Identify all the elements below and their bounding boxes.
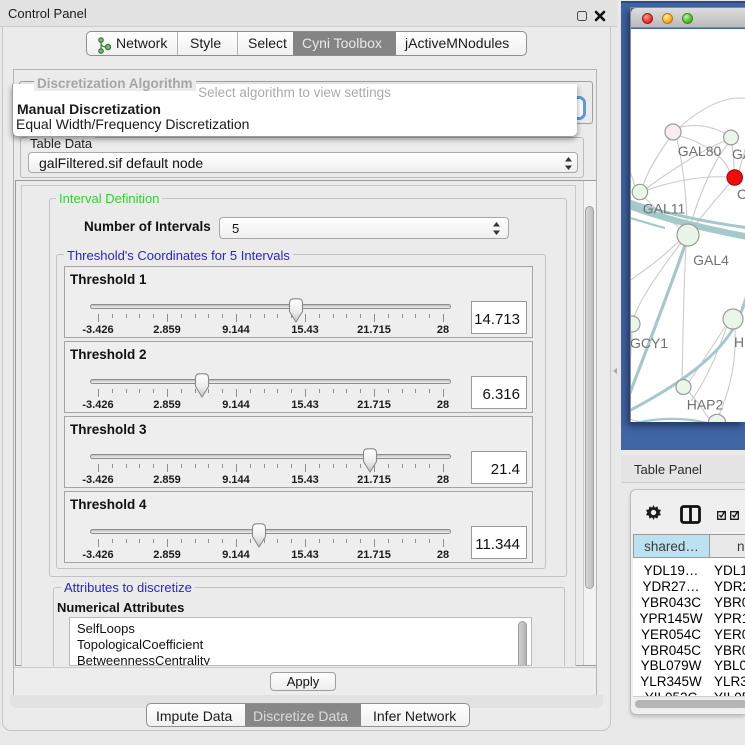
svg-text:HAP2: HAP2 (687, 397, 724, 413)
svg-text:GAL4: GAL4 (693, 252, 729, 268)
svg-text:CD: CD (737, 186, 745, 202)
svg-text:HI: HI (734, 334, 745, 350)
svg-text:GAL11: GAL11 (643, 201, 686, 217)
svg-text:GAL2: GAL2 (732, 146, 745, 162)
svg-text:GAL80: GAL80 (678, 143, 722, 159)
svg-text:GCY1: GCY1 (631, 335, 668, 351)
